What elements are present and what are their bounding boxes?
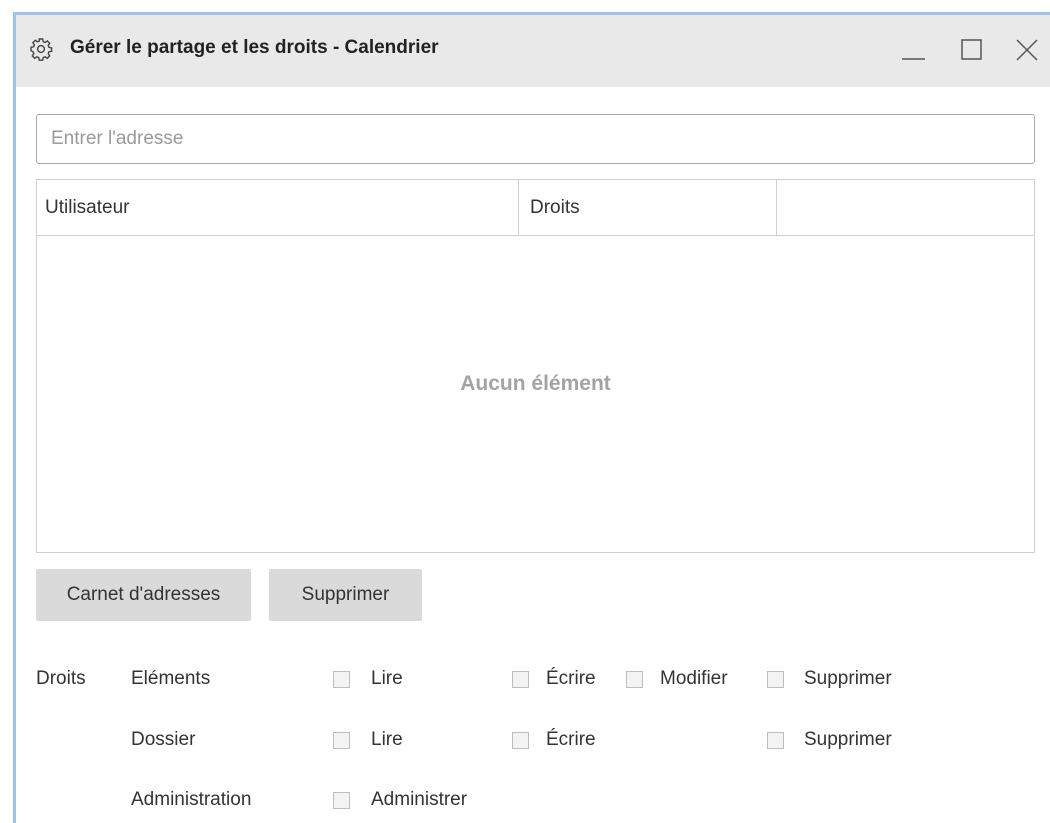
address-book-button[interactable]: Carnet d'adresses	[36, 569, 251, 621]
column-header-extra	[777, 180, 1034, 235]
gear-icon	[29, 37, 53, 61]
minimize-icon[interactable]	[899, 35, 929, 65]
table-header: Utilisateur Droits	[37, 180, 1034, 236]
share-rights-dialog: Gérer le partage et les droits - Calendr…	[13, 12, 1050, 823]
folder-delete-checkbox[interactable]	[767, 732, 784, 749]
items-write-label: Écrire	[546, 668, 596, 689]
close-icon[interactable]	[1012, 35, 1042, 65]
folder-read-checkbox[interactable]	[333, 732, 350, 749]
items-row-label: Eléments	[131, 668, 211, 689]
rights-label: Droits	[36, 668, 86, 689]
items-delete-label: Supprimer	[804, 668, 892, 689]
items-read-checkbox[interactable]	[333, 671, 350, 688]
admin-row-label: Administration	[131, 789, 252, 810]
items-delete-checkbox[interactable]	[767, 671, 784, 688]
users-rights-table: Utilisateur Droits Aucun élément	[36, 179, 1035, 553]
empty-message: Aucun élément	[460, 372, 611, 395]
title-bar[interactable]: Gérer le partage et les droits - Calendr…	[16, 15, 1050, 87]
admin-label: Administrer	[371, 789, 468, 810]
items-read-label: Lire	[371, 668, 403, 689]
admin-checkbox[interactable]	[333, 792, 350, 809]
folder-delete-label: Supprimer	[804, 729, 892, 750]
items-modify-label: Modifier	[660, 668, 728, 689]
folder-read-label: Lire	[371, 729, 403, 750]
folder-row-label: Dossier	[131, 729, 196, 750]
items-write-checkbox[interactable]	[512, 671, 529, 688]
maximize-icon[interactable]	[957, 35, 987, 65]
folder-write-label: Écrire	[546, 729, 596, 750]
items-modify-checkbox[interactable]	[626, 671, 643, 688]
column-header-user[interactable]: Utilisateur	[37, 180, 519, 235]
folder-write-checkbox[interactable]	[512, 732, 529, 749]
address-input[interactable]	[36, 114, 1035, 164]
dialog-title: Gérer le partage et les droits - Calendr…	[70, 37, 439, 58]
delete-button[interactable]: Supprimer	[269, 569, 422, 621]
column-header-rights[interactable]: Droits	[519, 180, 777, 235]
